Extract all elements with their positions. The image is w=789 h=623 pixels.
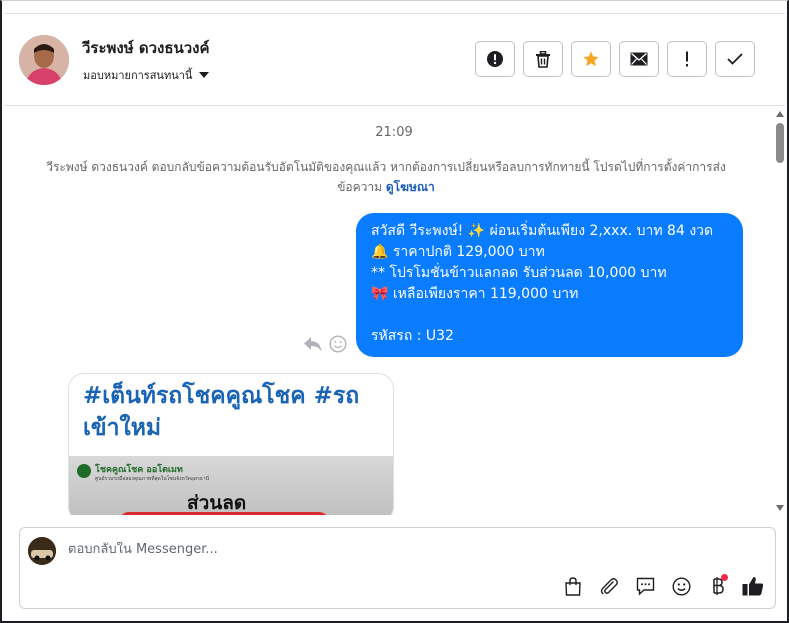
ad-card-title: #เต็นท์รถโชคคูณโชค #รถเข้าใหม่ xyxy=(83,383,360,441)
reply-icon[interactable] xyxy=(303,335,323,353)
emoji-button[interactable] xyxy=(669,574,693,598)
trash-icon xyxy=(536,50,550,68)
attach-button[interactable] xyxy=(597,574,621,598)
star-button[interactable] xyxy=(571,41,611,77)
contact-name[interactable]: วีระพงษ์ ดวงธนวงค์ xyxy=(82,36,210,60)
dealer-logo-icon xyxy=(77,464,91,478)
discount-label: ส่วนลด xyxy=(187,492,247,514)
view-ad-link[interactable]: ดูโฆษณา xyxy=(386,180,435,194)
paperclip-icon xyxy=(600,578,618,595)
smiley-icon xyxy=(671,576,691,596)
notification-dot xyxy=(721,574,728,581)
auto-reply-notice: วีระพงษ์ ดวงธนวงค์ ตอบกลับข้อความต้อนรับ… xyxy=(26,157,746,197)
thumbs-up-icon xyxy=(742,577,764,596)
message-line xyxy=(371,305,731,326)
payment-button[interactable] xyxy=(705,574,729,598)
conversation-header: วีระพงษ์ ดวงธนวงค์ มอบหมายการสนทนานี้ xyxy=(4,14,785,106)
exclamation-icon xyxy=(686,51,688,67)
message-line: สวัสดี วีระพงษ์! ✨ ผ่อนเริ่มต้นเพียง 2,x… xyxy=(371,223,714,239)
discount-banner xyxy=(119,512,329,515)
dealer-brand: โชคคูณโชค ออโตเมท xyxy=(95,465,183,475)
reply-input[interactable] xyxy=(68,542,668,557)
shopping-bag-icon xyxy=(565,576,581,596)
scroll-up-arrow-icon[interactable] xyxy=(776,111,784,117)
contact-avatar[interactable] xyxy=(19,35,69,85)
composer-tools xyxy=(561,574,765,598)
dealer-brand-subtitle: ศูนย์รวมรถมือสองคุณภาพที่สุดในโซนจังหวัด… xyxy=(95,476,210,482)
message-line: 🎀 เหลือเพียงราคา 119,000 บาท xyxy=(371,286,579,302)
mark-done-button[interactable] xyxy=(715,41,755,77)
message-thread[interactable]: 21:09 วีระพงษ์ ดวงธนวงค์ ตอบกลับข้อความต… xyxy=(4,107,789,515)
message-timestamp: 21:09 xyxy=(375,125,413,140)
assign-label: มอบหมายการสนทนานี้ xyxy=(83,69,193,82)
mark-unread-button[interactable] xyxy=(619,41,659,77)
message-line: ** โปรโมชั่นข้าวแลกลด รับส่วนลด 10,000 บ… xyxy=(371,265,667,281)
exclamation-circle-icon xyxy=(487,51,503,67)
chat-bubble-icon xyxy=(636,577,654,596)
like-button[interactable] xyxy=(741,574,765,598)
follow-up-button[interactable] xyxy=(667,41,707,77)
shop-button[interactable] xyxy=(561,574,585,598)
saved-replies-button[interactable] xyxy=(633,574,657,598)
message-line: 🔔 ราคาปกติ 129,000 บาท xyxy=(371,244,545,260)
sent-message-bubble[interactable]: สวัสดี วีระพงษ์! ✨ ผ่อนเริ่มต้นเพียง 2,x… xyxy=(356,213,743,357)
star-icon xyxy=(583,51,599,67)
message-tools xyxy=(303,335,347,353)
check-icon xyxy=(727,53,743,65)
reply-composer xyxy=(19,527,776,609)
caret-down-icon xyxy=(199,72,210,78)
delete-button[interactable] xyxy=(523,41,563,77)
scrollbar-thumb[interactable] xyxy=(776,123,784,163)
envelope-icon xyxy=(630,52,648,66)
mark-spam-button[interactable] xyxy=(475,41,515,77)
page-avatar xyxy=(28,537,56,565)
scroll-down-arrow-icon[interactable] xyxy=(776,505,784,511)
header-actions xyxy=(475,41,755,77)
assign-conversation-dropdown[interactable]: มอบหมายการสนทนานี้ xyxy=(83,66,210,84)
ad-card[interactable]: #เต็นท์รถโชคคูณโชค #รถเข้าใหม่ โชคคูณโชค… xyxy=(68,373,394,515)
inbox-window: วีระพงษ์ ดวงธนวงค์ มอบหมายการสนทนานี้ 21… xyxy=(0,0,789,623)
react-emoji-icon[interactable] xyxy=(329,335,347,353)
ad-card-image: โชคคูณโชค ออโตเมท ศูนย์รวมรถมือสองคุณภาพ… xyxy=(69,456,393,515)
message-line: รหัสรถ : U32 xyxy=(371,328,454,344)
